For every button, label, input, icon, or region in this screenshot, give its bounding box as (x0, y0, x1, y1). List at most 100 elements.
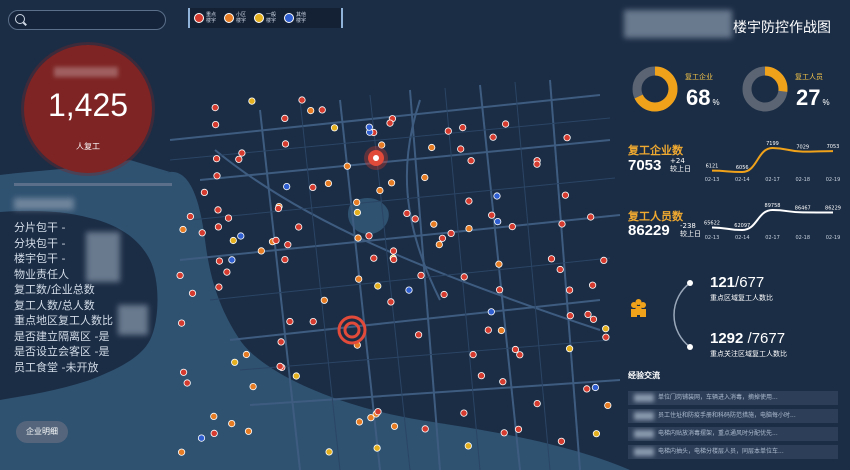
building-marker (469, 350, 477, 359)
info-row: 重点地区复工人数比 (14, 314, 113, 327)
building-marker (210, 429, 218, 437)
building-marker (374, 282, 382, 290)
legend-item[interactable]: 其他楼宇 (284, 12, 308, 24)
building-marker (495, 286, 504, 294)
info-row: 复工人数/总人数 (14, 298, 95, 312)
summary-value: 1,425 (47, 87, 129, 123)
building-marker (353, 208, 361, 217)
building-marker (343, 162, 351, 170)
building-marker (444, 127, 452, 135)
building-marker (602, 325, 610, 333)
building-marker (374, 408, 382, 416)
info-divider (14, 183, 172, 186)
building-marker (309, 317, 317, 326)
building-marker (565, 345, 574, 353)
building-marker (414, 331, 423, 339)
building-marker (324, 179, 332, 187)
exchange-row[interactable]: 电梯内贴放消毒摆架，重点通风时分配优先... (628, 427, 838, 441)
building-marker (223, 268, 231, 276)
company-detail-button[interactable]: 企业明细 (16, 421, 68, 443)
building-marker (318, 106, 326, 114)
building-marker (355, 418, 363, 426)
building-marker (276, 362, 284, 370)
building-marker (257, 247, 265, 255)
people-icon (631, 299, 646, 317)
x-tick-label: 02-14 (735, 177, 750, 182)
exchange-text: 电梯内贴放消毒摆架，重点通风时分配优先... (658, 430, 778, 437)
building-marker (387, 298, 395, 306)
building-marker (501, 120, 510, 128)
exchange-redacted-author (634, 447, 654, 456)
building-marker (286, 317, 294, 326)
data-label: 7199 (766, 141, 779, 147)
building-marker (494, 218, 502, 226)
kpi-company-delta: +24 较上日 (670, 157, 691, 173)
search-input[interactable] (8, 10, 166, 30)
exchange-title: 经验交流 (628, 371, 660, 380)
building-marker (242, 350, 250, 359)
exchange-row[interactable]: 电梯内抽头，电梯分楼层人员，同层本单位车... (628, 445, 838, 459)
building-marker (561, 191, 570, 199)
data-label: 86229 (825, 206, 841, 212)
data-label: 7053 (827, 144, 840, 150)
building-marker (212, 121, 220, 129)
building-marker (484, 326, 492, 334)
x-tick-label: 02-19 (826, 177, 841, 182)
ratio-key-area: 121/677 (710, 274, 765, 291)
building-marker (355, 275, 363, 283)
building-marker (547, 255, 556, 263)
building-marker (238, 149, 246, 157)
building-marker (591, 383, 600, 392)
building-marker (497, 326, 505, 335)
exchange-row[interactable]: 员工住址和防疫手册和科码防范措施，电脑每小时... (628, 409, 838, 423)
building-marker (386, 119, 394, 127)
staff-trend-chart: 65622 02-13 62097 02-14 89758 02-17 86467 02-18… (704, 203, 841, 240)
legend-label: 小区楼宇 (236, 12, 247, 24)
building-marker (588, 281, 597, 289)
x-tick-label: 02-14 (735, 235, 750, 240)
building-marker (600, 256, 608, 264)
highlight-marker-1[interactable] (364, 146, 388, 170)
building-marker (292, 372, 300, 380)
summary-label: 人复工 (76, 142, 100, 151)
data-label: 6121 (706, 164, 719, 170)
building-marker (283, 183, 291, 191)
building-marker (274, 204, 282, 213)
building-marker (387, 179, 396, 187)
title-redacted-prefix (624, 10, 732, 38)
page-title: 楼宇防控作战图 (733, 20, 831, 36)
donut-company-label: 复工企业 (685, 73, 713, 81)
x-tick-label: 02-18 (795, 177, 810, 182)
data-label: 6056 (736, 165, 749, 171)
donut-staff-label: 复工人员 (795, 73, 823, 81)
building-marker (373, 444, 381, 452)
building-marker (367, 414, 375, 422)
ratio-key-area-label: 重点区域复工人数比 (710, 294, 773, 302)
building-marker (403, 209, 411, 217)
building-marker (477, 372, 485, 380)
building-marker (224, 214, 233, 222)
exchange-text: 员工住址和防疫手册和科码防范措施，电脑每小时... (658, 412, 796, 419)
donut-staff (742, 66, 788, 112)
building-marker (584, 310, 592, 318)
exchange-redacted-author (634, 411, 654, 420)
building-icon (224, 13, 234, 23)
exchange-row[interactable]: 单位门岗铺装网，车辆进入消毒，摘掉使用... (628, 391, 838, 405)
building-marker (438, 234, 446, 242)
exchange-text: 电梯内抽头，电梯分楼层人员，同层本单位车... (658, 448, 784, 455)
building-marker (284, 241, 292, 249)
building-marker (281, 114, 289, 123)
return-to-work-summary: 1,425 人复工 (24, 45, 152, 173)
building-marker (587, 213, 595, 221)
building-marker (228, 419, 236, 428)
building-marker (421, 425, 429, 433)
building-marker (295, 223, 303, 231)
data-label: 62097 (734, 223, 750, 229)
legend-item[interactable]: 重点楼宇 (194, 12, 218, 24)
building-marker (281, 255, 289, 264)
x-tick-label: 02-18 (795, 235, 810, 240)
legend-item[interactable]: 小区楼宇 (224, 12, 248, 24)
building-marker (309, 183, 317, 191)
legend-item[interactable]: 一般楼宇 (254, 12, 278, 24)
ratio-arc (631, 280, 693, 350)
